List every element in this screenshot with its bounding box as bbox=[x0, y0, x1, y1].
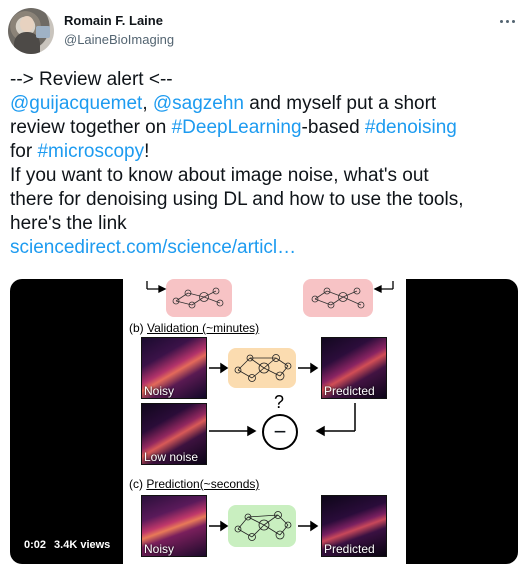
mention-link[interactable]: @sagzehn bbox=[153, 93, 244, 114]
section-c-title: (c) Prediction(~seconds) bbox=[129, 477, 260, 491]
prediction-arrows bbox=[209, 520, 319, 532]
video-stats: 0:02 3.4K views bbox=[24, 539, 118, 551]
hashtag-link[interactable]: #denoising bbox=[365, 117, 457, 138]
avatar[interactable] bbox=[8, 8, 54, 54]
tweet-line: here's the link bbox=[10, 213, 127, 234]
tweet-text: --> Review alert <-- @guijacquemet, @sag… bbox=[10, 68, 516, 260]
video-player[interactable]: (b) Validation (~minutes) Noisy Predicte… bbox=[10, 279, 518, 564]
view-count: 3.4K views bbox=[54, 539, 111, 551]
question-mark: ? bbox=[274, 392, 285, 412]
low-noise-label: Low noise bbox=[144, 450, 199, 464]
author-name[interactable]: Romain F. Laine bbox=[64, 13, 163, 28]
hashtag-link[interactable]: #DeepLearning bbox=[172, 117, 302, 138]
figure-frame: (b) Validation (~minutes) Noisy Predicte… bbox=[123, 279, 406, 564]
mention-link[interactable]: @guijacquemet bbox=[10, 93, 142, 114]
tweet-header: Romain F. Laine @LaineBioImaging bbox=[8, 8, 520, 56]
more-options-icon[interactable] bbox=[496, 10, 518, 32]
author-handle[interactable]: @LaineBioImaging bbox=[64, 32, 174, 47]
tweet-line: review together on #DeepLearning-based #… bbox=[10, 117, 457, 138]
tweet-line: If you want to know about image noise, w… bbox=[10, 165, 429, 186]
top-arrows bbox=[146, 281, 394, 294]
article-link[interactable]: sciencedirect.com/science/articl… bbox=[10, 237, 296, 258]
video-time: 0:02 bbox=[24, 539, 47, 551]
subtract-symbol: − bbox=[262, 414, 298, 450]
hashtag-link[interactable]: #microscopy bbox=[37, 141, 144, 162]
tweet-line: --> Review alert <-- bbox=[10, 69, 173, 90]
tweet-line: there for denoising using DL and how to … bbox=[10, 189, 464, 210]
tweet-line: @guijacquemet, @sagzehn and myself put a… bbox=[10, 93, 437, 114]
section-b-title: (b) Validation (~minutes) bbox=[129, 321, 260, 335]
tweet-line: for #microscopy! bbox=[10, 141, 150, 162]
tweet-line: sciencedirect.com/science/articl… bbox=[10, 236, 516, 260]
low-noise-image: Low noise bbox=[141, 403, 207, 465]
